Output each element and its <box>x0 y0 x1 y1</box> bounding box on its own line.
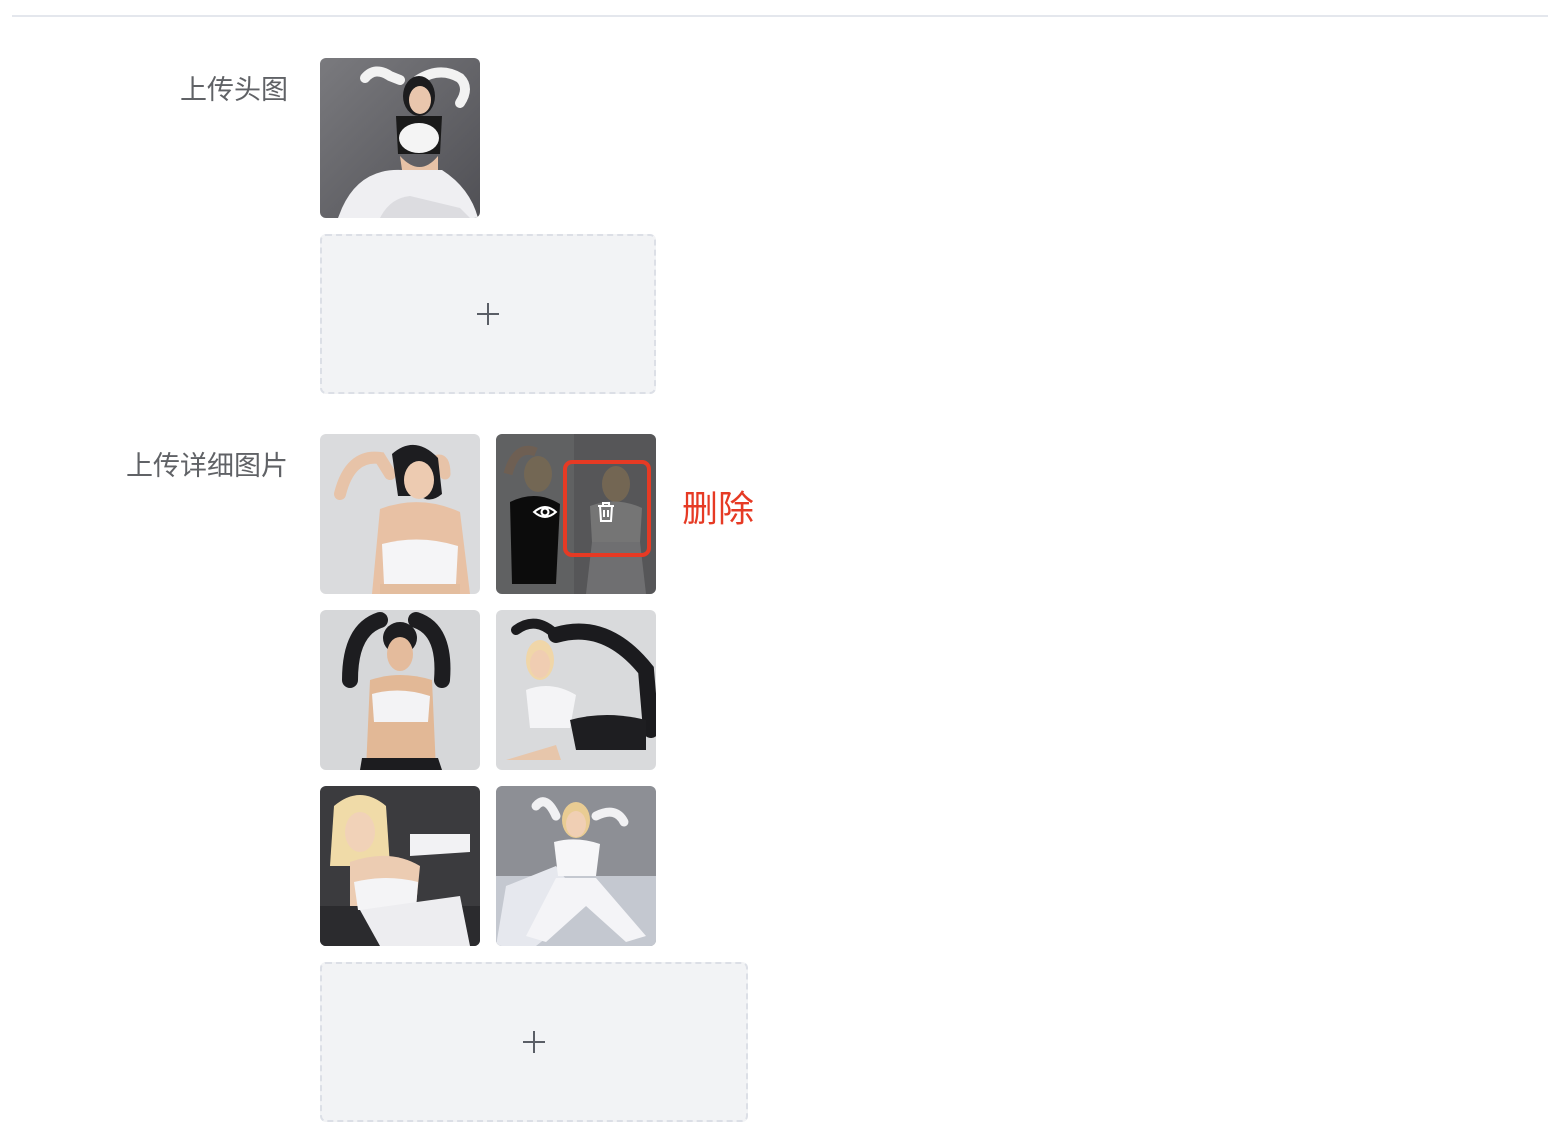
detail-photo-4 <box>496 610 656 770</box>
eye-icon <box>532 499 558 530</box>
cover-upload-label: 上传头图 <box>180 75 288 105</box>
detail-photo-1 <box>320 434 480 594</box>
trash-icon <box>594 500 618 529</box>
plus-icon <box>521 1029 547 1055</box>
preview-button[interactable] <box>529 498 561 530</box>
detail-upload-label: 上传详细图片 <box>126 451 288 481</box>
detail-image-thumbnail-1[interactable] <box>320 434 480 594</box>
delete-button[interactable] <box>590 498 622 530</box>
detail-image-thumbnail-2[interactable] <box>496 434 656 594</box>
detail-image-thumbnail-5[interactable] <box>320 786 480 946</box>
detail-image-thumbnail-4[interactable] <box>496 610 656 770</box>
detail-image-thumbnail-6[interactable] <box>496 786 656 946</box>
cover-photo <box>320 58 480 218</box>
delete-annotation-label: 删除 <box>682 488 755 529</box>
detail-photo-3 <box>320 610 480 770</box>
detail-image-thumbnail-3[interactable] <box>320 610 480 770</box>
top-divider <box>12 15 1548 17</box>
upload-form-page: 上传头图 上传详细图片 删除 <box>0 0 1554 1140</box>
detail-photo-5 <box>320 786 480 946</box>
detail-upload-button[interactable] <box>320 962 748 1122</box>
cover-image-thumbnail[interactable] <box>320 58 480 218</box>
thumbnail-hover-overlay <box>496 434 656 594</box>
plus-icon <box>475 301 501 327</box>
detail-photo-6 <box>496 786 656 946</box>
cover-upload-button[interactable] <box>320 234 656 394</box>
